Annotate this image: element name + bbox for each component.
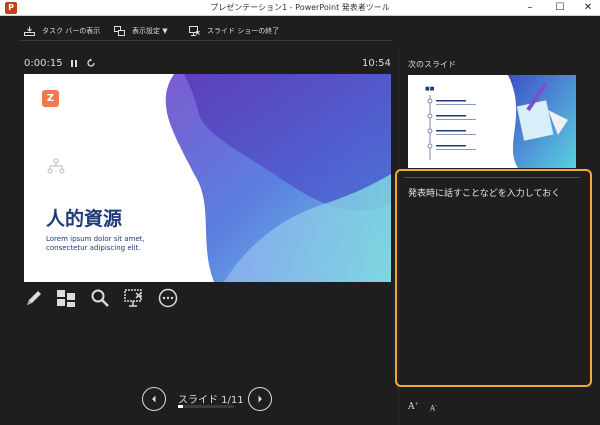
svg-text:■■: ■■ bbox=[425, 86, 435, 92]
elapsed-timer: 0:00:15 bbox=[24, 58, 63, 69]
speaker-notes-box[interactable]: 発表時に話すことなどを入力しておく bbox=[395, 169, 592, 387]
end-slideshow-button[interactable]: スライド ショーの終了 bbox=[189, 25, 279, 37]
increase-font-button[interactable]: A+ bbox=[408, 401, 419, 412]
previous-slide-button[interactable] bbox=[142, 387, 166, 411]
close-button[interactable]: ✕ bbox=[576, 0, 600, 16]
slide-logo: Z bbox=[42, 90, 59, 107]
black-screen-icon[interactable] bbox=[124, 288, 144, 308]
slide-subtitle: Lorem ipsum dolor sit amet, consectetur … bbox=[46, 235, 145, 253]
taskbar-icon bbox=[24, 26, 35, 36]
more-options-icon[interactable] bbox=[158, 288, 178, 308]
reset-timer-icon[interactable] bbox=[86, 58, 96, 68]
chevron-right-icon bbox=[258, 395, 262, 403]
pause-icon[interactable] bbox=[70, 59, 78, 68]
current-slide[interactable]: Z 人的資源 Lorem ipsum dolor sit amet, conse… bbox=[24, 74, 391, 282]
title-bar: P プレゼンテーション1 - PowerPoint 発表者ツール – ☐ ✕ bbox=[0, 0, 600, 16]
display-settings-icon bbox=[114, 26, 125, 36]
slide-title: 人的資源 bbox=[46, 208, 123, 230]
decrease-font-button[interactable]: A- bbox=[430, 403, 437, 412]
display-settings-button[interactable]: 表示設定 ▼ bbox=[114, 25, 168, 37]
chevron-left-icon bbox=[152, 395, 156, 403]
slide-progress-fill bbox=[178, 405, 184, 408]
next-slide-button[interactable] bbox=[248, 387, 272, 411]
zoom-icon[interactable] bbox=[90, 288, 110, 308]
show-taskbar-button[interactable]: タスク バーの表示 bbox=[24, 25, 100, 37]
notes-divider bbox=[404, 177, 580, 178]
slide-subtitle-line-2: consectetur adipiscing elit. bbox=[46, 244, 141, 252]
minimize-button[interactable]: – bbox=[518, 0, 542, 16]
toolbar-divider bbox=[20, 40, 392, 41]
display-settings-label: 表示設定 ▼ bbox=[132, 27, 168, 35]
next-slide-preview[interactable]: ■■ bbox=[408, 75, 576, 168]
slide-progress-bar bbox=[178, 405, 234, 408]
window-title: プレゼンテーション1 - PowerPoint 発表者ツール bbox=[210, 3, 390, 12]
next-slide-label: 次のスライド bbox=[408, 60, 456, 69]
show-taskbar-label: タスク バーの表示 bbox=[42, 27, 101, 35]
slide-subtitle-line-1: Lorem ipsum dolor sit amet, bbox=[46, 235, 145, 243]
end-slideshow-label: スライド ショーの終了 bbox=[207, 27, 280, 35]
speaker-notes-text[interactable]: 発表時に話すことなどを入力しておく bbox=[408, 186, 560, 199]
next-slide-thumbnail: ■■ bbox=[425, 75, 576, 168]
current-time: 10:54 bbox=[362, 58, 391, 69]
pen-icon[interactable] bbox=[24, 288, 44, 308]
thumbnails-icon[interactable] bbox=[56, 288, 76, 308]
slide-counter[interactable]: スライド 1/11 bbox=[178, 391, 244, 406]
maximize-button[interactable]: ☐ bbox=[548, 0, 572, 16]
end-show-icon bbox=[189, 26, 200, 36]
org-chart-icon bbox=[47, 158, 65, 174]
